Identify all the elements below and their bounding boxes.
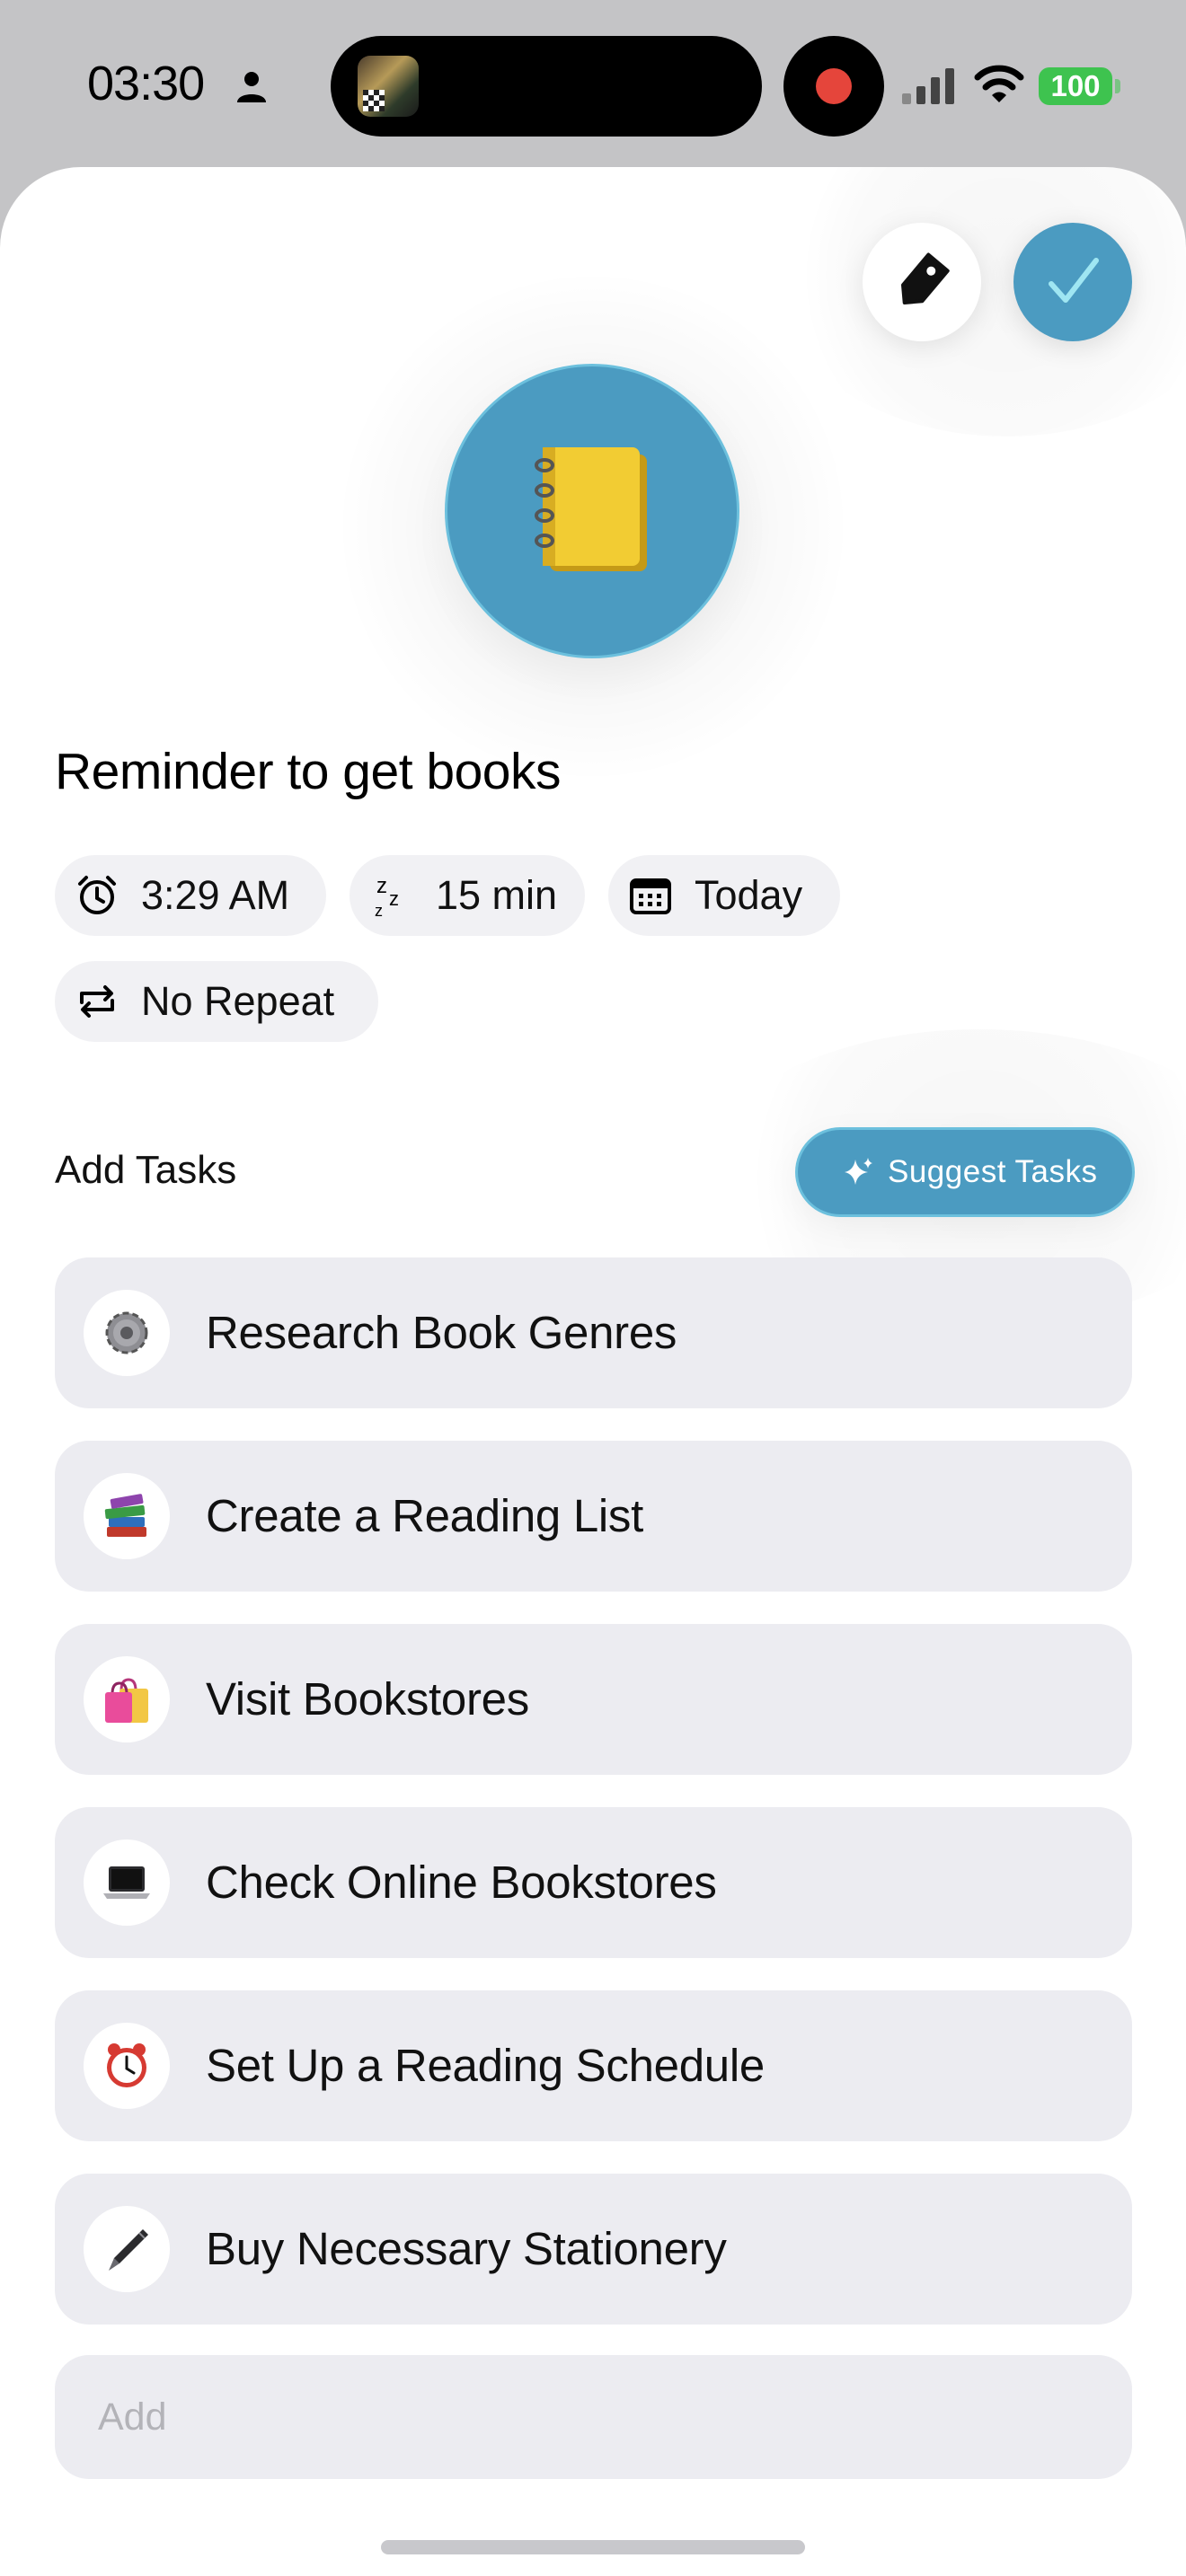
notebook-icon <box>535 447 647 571</box>
task-row[interactable]: Research Book Genres <box>55 1257 1132 1408</box>
suggest-tasks-label: Suggest Tasks <box>888 1154 1098 1189</box>
task-emoji-badge <box>84 1656 170 1742</box>
sparkles-icon <box>845 1158 872 1185</box>
task-label: Visit Bookstores <box>206 1673 529 1725</box>
task-row[interactable]: Buy Necessary Stationery <box>55 2174 1132 2325</box>
suggest-tasks-button[interactable]: Suggest Tasks <box>798 1130 1132 1214</box>
time-chip[interactable]: 3:29 AM <box>55 855 326 936</box>
signal-icon <box>902 68 954 104</box>
task-label: Check Online Bookstores <box>206 1857 717 1908</box>
date-chip-label: Today <box>695 872 803 918</box>
alarm-clock-icon <box>78 876 116 914</box>
task-row[interactable]: Visit Bookstores <box>55 1624 1132 1775</box>
snooze-chip[interactable]: z z z 15 min <box>350 855 585 936</box>
battery-icon: 100 <box>1039 67 1112 105</box>
battery-tip <box>1115 79 1120 93</box>
dynamic-island <box>331 36 762 137</box>
checkmark-icon <box>1049 258 1099 303</box>
person-icon <box>237 72 266 102</box>
task-row[interactable]: Set Up a Reading Schedule <box>55 1990 1132 2141</box>
calendar-icon <box>630 878 671 914</box>
recording-icon <box>816 68 852 104</box>
snooze-icon: z z z <box>375 874 399 918</box>
task-emoji-badge <box>84 1473 170 1559</box>
task-label: Buy Necessary Stationery <box>206 2223 727 2274</box>
svg-text:z: z <box>375 902 383 918</box>
recording-indicator <box>783 36 884 137</box>
wifi-icon <box>974 65 1024 102</box>
task-row[interactable]: Check Online Bookstores <box>55 1807 1132 1958</box>
task-label: Research Book Genres <box>206 1307 677 1358</box>
status-time: 03:30 <box>87 57 205 110</box>
shopping-bags-icon <box>105 1678 148 1723</box>
home-indicator <box>381 2540 805 2554</box>
time-chip-label: 3:29 AM <box>141 872 290 918</box>
repeat-chip-label: No Repeat <box>141 978 335 1024</box>
reminder-sheet: Reminder to get books 3:29 AM z z z 15 m… <box>0 167 1186 2576</box>
alarm-clock-icon <box>107 2043 146 2087</box>
task-label: Create a Reading List <box>206 1490 643 1541</box>
task-emoji-badge <box>84 1839 170 1926</box>
task-emoji-badge <box>84 2206 170 2292</box>
add-tasks-heading: Add Tasks <box>55 1148 237 1192</box>
task-row[interactable]: Create a Reading List <box>55 1441 1132 1592</box>
now-playing-thumbnail <box>358 56 419 117</box>
task-emoji-badge <box>84 2023 170 2109</box>
pen-icon <box>109 2229 148 2271</box>
laptop-icon <box>103 1866 150 1899</box>
task-emoji-badge <box>84 1290 170 1376</box>
tag-button[interactable] <box>863 223 981 341</box>
svg-text:z: z <box>376 874 387 898</box>
gear-icon <box>105 1311 148 1354</box>
add-task-input[interactable] <box>55 2355 1132 2479</box>
svg-text:z: z <box>389 887 399 910</box>
repeat-icon <box>80 985 114 1018</box>
tag-icon <box>900 252 950 304</box>
date-chip[interactable]: Today <box>608 855 840 936</box>
reminder-title[interactable]: Reminder to get books <box>55 742 561 801</box>
task-label: Set Up a Reading Schedule <box>206 2040 765 2091</box>
books-icon <box>104 1494 146 1537</box>
snooze-chip-label: 15 min <box>436 872 558 918</box>
done-button[interactable] <box>1013 223 1132 341</box>
reminder-icon-button[interactable] <box>447 366 737 656</box>
repeat-chip[interactable]: No Repeat <box>55 961 378 1042</box>
